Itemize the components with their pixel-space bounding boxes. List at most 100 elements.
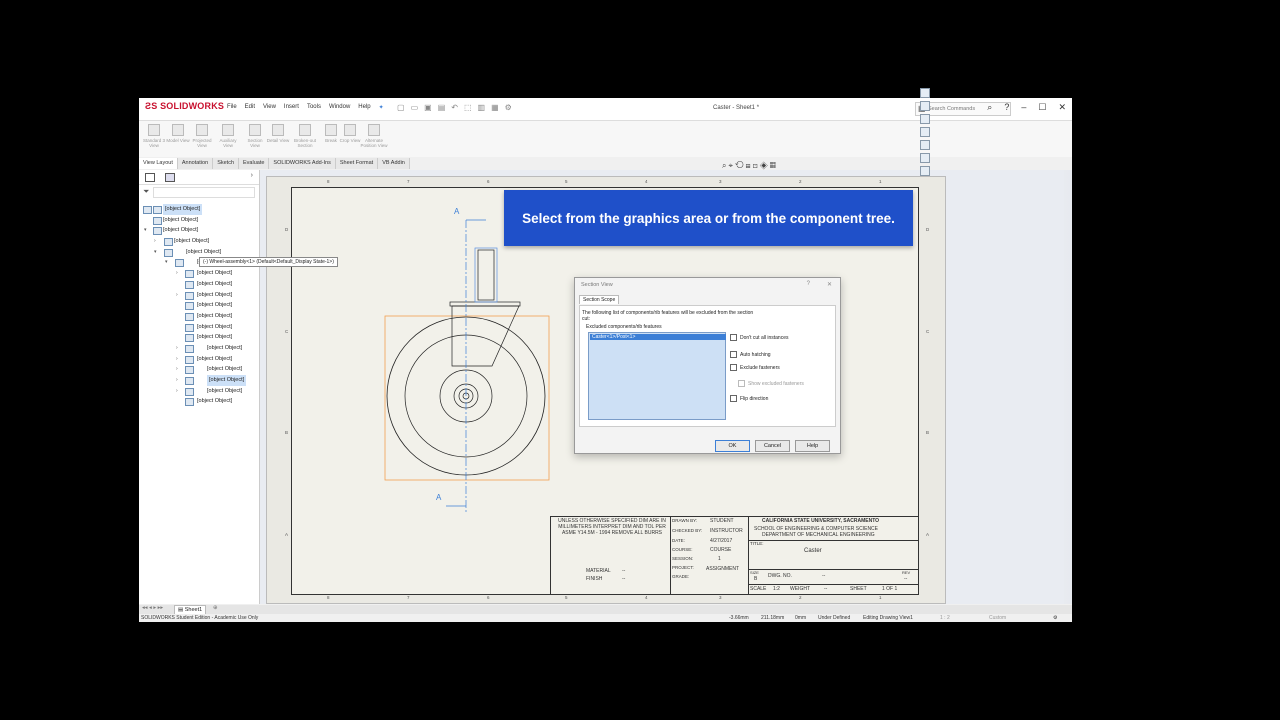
expand-chevron-icon[interactable]: › bbox=[176, 354, 178, 365]
tree-item-shaft[interactable]: › [object Object] bbox=[139, 364, 259, 375]
save-icon[interactable]: ▣ bbox=[424, 103, 432, 112]
tree-item-sheet1[interactable]: ▾ [object Object] bbox=[139, 225, 259, 236]
tab-sketch[interactable]: Sketch bbox=[213, 158, 240, 169]
solidworks-logo[interactable]: ƧS SOLIDWORKS bbox=[145, 101, 224, 111]
appearances-icon[interactable] bbox=[920, 153, 930, 163]
help-button[interactable]: Help bbox=[795, 440, 830, 452]
close-icon[interactable]: ✕ bbox=[1058, 102, 1066, 113]
help-question-icon[interactable]: ? bbox=[807, 281, 810, 287]
section-label-bottom[interactable]: A bbox=[436, 494, 441, 502]
pin-icon[interactable]: ✦ bbox=[379, 104, 384, 111]
tree-item-sheet-format1[interactable]: › [object Object] bbox=[139, 236, 259, 247]
search-icon[interactable]: ⌕ bbox=[987, 102, 992, 113]
tree-item-wheel-assembly[interactable]: › [object Object] bbox=[139, 354, 259, 365]
cancel-button[interactable]: Cancel bbox=[755, 440, 790, 452]
expand-chevron-icon[interactable]: › bbox=[176, 386, 178, 397]
maximize-icon[interactable]: ☐ bbox=[1038, 102, 1046, 113]
status-settings-icon[interactable]: ⚙ bbox=[1053, 614, 1057, 622]
open-icon[interactable]: ▭ bbox=[411, 103, 419, 112]
tree-item-right[interactable]: [object Object] bbox=[139, 322, 259, 333]
expand-chevron-icon[interactable]: › bbox=[176, 364, 178, 375]
expand-chevron-icon[interactable]: › bbox=[176, 375, 178, 386]
tree-item-drawing-view1[interactable]: ▾ [object Object] bbox=[139, 247, 259, 258]
ok-button[interactable]: OK bbox=[715, 440, 750, 452]
tab-vb-addin[interactable]: VB Addin bbox=[378, 158, 410, 169]
undo-icon[interactable]: ↶ bbox=[451, 103, 458, 112]
tab-evaluate[interactable]: Evaluate bbox=[239, 158, 270, 169]
list-item[interactable]: Caster<1>/Post<1> bbox=[590, 334, 726, 340]
tree-item-top[interactable]: [object Object] bbox=[139, 311, 259, 322]
sheet-scale[interactable]: 1 : 2 bbox=[940, 614, 950, 622]
auto-hatching-checkbox[interactable]: Auto hatching bbox=[730, 351, 771, 358]
checkbox-box[interactable] bbox=[730, 334, 737, 341]
tab-annotation[interactable]: Annotation bbox=[177, 158, 214, 169]
home-icon[interactable] bbox=[920, 88, 930, 98]
add-sheet-icon[interactable]: ⊕ bbox=[213, 605, 218, 611]
tree-item-e-ring[interactable]: › [object Object] bbox=[139, 386, 259, 397]
section-label-top[interactable]: A bbox=[454, 208, 459, 216]
filter-icon[interactable]: ⏷ bbox=[143, 187, 149, 197]
print-icon[interactable]: ▤ bbox=[438, 103, 446, 112]
tree-item-sensors[interactable]: [object Object] bbox=[139, 279, 259, 290]
model-view-button[interactable]: Model View bbox=[166, 124, 190, 143]
rebuild-icon[interactable]: ▥ bbox=[478, 103, 486, 112]
sheet-nav-arrows-icon[interactable]: ◂◂ ◂ ▸ ▸▸ bbox=[142, 605, 163, 611]
expand-chevron-icon[interactable]: › bbox=[176, 290, 178, 301]
select-icon[interactable]: ⬚ bbox=[464, 103, 472, 112]
minimize-icon[interactable]: – bbox=[1021, 102, 1026, 113]
feature-tree-tab-icon[interactable] bbox=[145, 173, 155, 182]
options-gear-icon[interactable]: ⚙ bbox=[505, 103, 512, 112]
tab-section-scope[interactable]: Section Scope bbox=[579, 295, 620, 304]
file-explorer-icon[interactable] bbox=[920, 127, 930, 137]
dont-cut-all-instances-checkbox[interactable]: Don't cut all instances bbox=[730, 334, 788, 341]
expand-chevron-icon[interactable]: › bbox=[176, 343, 178, 354]
design-library-icon[interactable] bbox=[920, 114, 930, 124]
property-manager-tab-icon[interactable] bbox=[165, 173, 175, 182]
tree-item-origin[interactable]: [object Object] bbox=[139, 332, 259, 343]
menu-view[interactable]: View bbox=[263, 104, 276, 111]
detail-view-button[interactable]: Detail View bbox=[266, 124, 290, 143]
standard-3-view-button[interactable]: Standard 3 View bbox=[142, 124, 166, 148]
checkbox-box[interactable] bbox=[730, 364, 737, 371]
tab-view-layout[interactable]: View Layout bbox=[139, 158, 178, 169]
menu-help[interactable]: Help bbox=[358, 104, 370, 111]
exclude-fasteners-checkbox[interactable]: Exclude fasteners bbox=[730, 364, 780, 371]
broken-out-section-button[interactable]: Broken-out Section bbox=[291, 124, 319, 148]
resources-icon[interactable] bbox=[920, 101, 930, 111]
checkbox-box[interactable] bbox=[730, 395, 737, 402]
section-view-button[interactable]: Section View bbox=[243, 124, 267, 148]
tree-item-mates[interactable]: [object Object] bbox=[139, 396, 259, 407]
tree-item-annotations[interactable]: [object Object] bbox=[139, 215, 259, 226]
auxiliary-view-button[interactable]: Auxiliary View bbox=[216, 124, 240, 148]
expand-chevron-icon[interactable]: › bbox=[176, 268, 178, 279]
alternate-position-view-button[interactable]: Alternate Position View bbox=[360, 124, 388, 148]
flip-direction-checkbox[interactable]: Flip direction bbox=[730, 395, 768, 402]
units-selector[interactable]: Custom bbox=[989, 614, 1006, 622]
tree-item-post[interactable]: › [object Object] bbox=[139, 375, 259, 386]
custom-properties-icon[interactable] bbox=[920, 166, 930, 176]
projected-view-button[interactable]: Projected View bbox=[190, 124, 214, 148]
menu-window[interactable]: Window bbox=[329, 104, 350, 111]
menu-file[interactable]: File bbox=[227, 104, 237, 111]
new-icon[interactable]: ▢ bbox=[397, 103, 405, 112]
tree-filter-input[interactable] bbox=[153, 187, 255, 198]
collapse-chevron-icon[interactable]: ▾ bbox=[154, 247, 157, 258]
file-properties-icon[interactable]: ▦ bbox=[491, 103, 499, 112]
collapse-chevron-icon[interactable]: ▾ bbox=[165, 257, 168, 268]
tree-item-caster[interactable]: [object Object] bbox=[139, 204, 259, 215]
crop-view-button[interactable]: Crop View bbox=[338, 124, 362, 143]
close-icon[interactable]: ✕ bbox=[827, 281, 832, 288]
expand-chevron-icon[interactable]: › bbox=[154, 236, 156, 247]
checkbox-box[interactable] bbox=[730, 351, 737, 358]
menu-edit[interactable]: Edit bbox=[245, 104, 255, 111]
heads-up-view-toolbar[interactable]: ⌕⌖⟲⊞⊡◈▦ bbox=[722, 161, 778, 171]
tree-item-annotations-sub[interactable]: › [object Object] bbox=[139, 290, 259, 301]
expand-panel-icon[interactable]: › bbox=[251, 172, 253, 179]
tree-item-bracket[interactable]: › [object Object] bbox=[139, 343, 259, 354]
view-palette-icon[interactable] bbox=[920, 140, 930, 150]
excluded-components-list[interactable]: Caster<1>/Post<1> bbox=[588, 332, 726, 420]
tab-sheet-format[interactable]: Sheet Format bbox=[335, 158, 379, 169]
help-question-icon[interactable]: ? bbox=[1004, 102, 1009, 113]
tree-item-history[interactable]: › [object Object] bbox=[139, 268, 259, 279]
menu-insert[interactable]: Insert bbox=[284, 104, 299, 111]
